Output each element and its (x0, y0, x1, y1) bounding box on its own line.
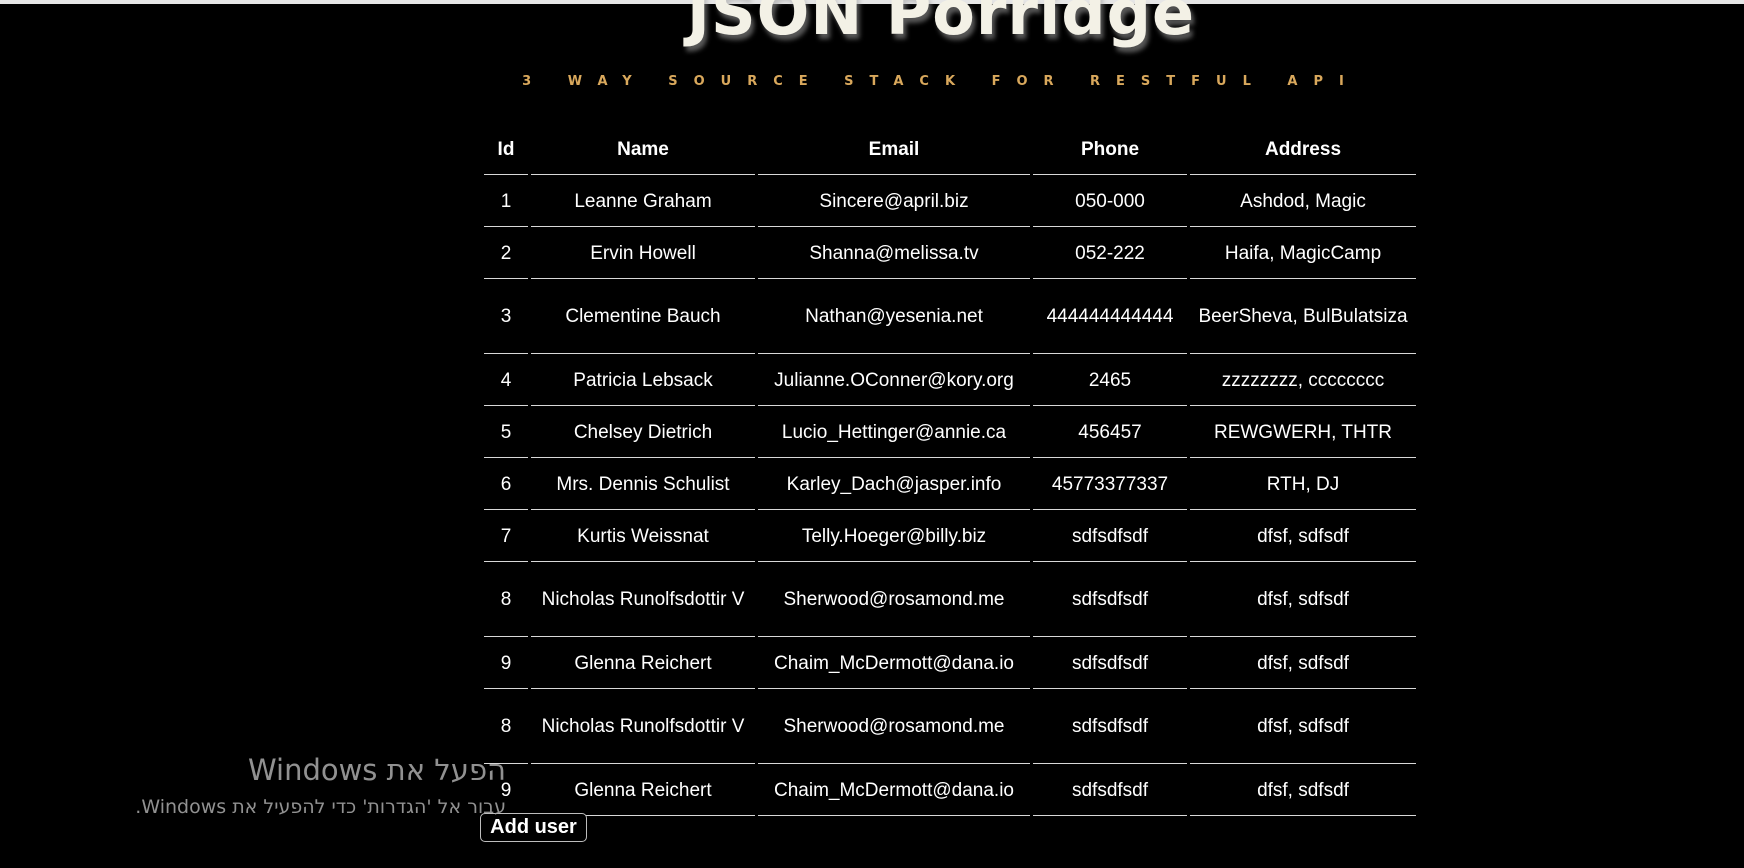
cell-name: Glenna Reichert (531, 765, 755, 816)
cell-name: Leanne Graham (531, 176, 755, 227)
cell-name: Nicholas Runolfsdottir V (531, 563, 755, 637)
cell-name: Ervin Howell (531, 228, 755, 279)
cell-id: 3 (484, 280, 528, 354)
cell-id: 1 (484, 176, 528, 227)
cell-address: dfsf, sdfsdf (1190, 638, 1416, 689)
cell-address: BeerSheva, BulBulatsiza (1190, 280, 1416, 354)
cell-email: Chaim_McDermott@dana.io (758, 765, 1030, 816)
cell-phone: 050-000 (1033, 176, 1187, 227)
cell-email: Nathan@yesenia.net (758, 280, 1030, 354)
cell-email: Karley_Dach@jasper.info (758, 459, 1030, 510)
cell-id: 6 (484, 459, 528, 510)
cell-address: Ashdod, Magic (1190, 176, 1416, 227)
column-header-id: Id (484, 125, 528, 175)
table-row: 2 Ervin Howell Shanna@melissa.tv 052-222 Hai… (484, 228, 1416, 279)
cell-email: Sherwood@rosamond.me (758, 563, 1030, 637)
cell-address: dfsf, sdfsdf (1190, 765, 1416, 816)
cell-name: Glenna Reichert (531, 638, 755, 689)
table-row: 4 Patricia Lebsack Julianne.OConner@kory.o… (484, 355, 1416, 406)
column-header-email: Email (758, 125, 1030, 175)
column-header-address: Address (1190, 125, 1416, 175)
table-row: 8 Nicholas Runolfsdottir V Sherwood@rosamo… (484, 563, 1416, 637)
cell-phone: 2465 (1033, 355, 1187, 406)
cell-id: 5 (484, 407, 528, 458)
cell-address: Haifa, MagicCamp (1190, 228, 1416, 279)
cell-phone: sdfsdfsdf (1033, 765, 1187, 816)
cell-email: Lucio_Hettinger@annie.ca (758, 407, 1030, 458)
cell-email: Sherwood@rosamond.me (758, 690, 1030, 764)
cell-name: Clementine Bauch (531, 280, 755, 354)
cell-id: 4 (484, 355, 528, 406)
cell-phone: 052-222 (1033, 228, 1187, 279)
page-subtitle: 3 WAY SOURCE STACK FOR RESTFUL API (522, 74, 1360, 89)
users-table: Id Name Email Phone Address 1 Leanne Grah… (481, 124, 1419, 817)
cell-phone: sdfsdfsdf (1033, 563, 1187, 637)
cell-id: 8 (484, 563, 528, 637)
cell-email: Telly.Hoeger@billy.biz (758, 511, 1030, 562)
cell-address: zzzzzzzz, cccccccc (1190, 355, 1416, 406)
table-header-row: Id Name Email Phone Address (484, 125, 1416, 175)
cell-address: dfsf, sdfsdf (1190, 563, 1416, 637)
cell-name: Mrs. Dennis Schulist (531, 459, 755, 510)
cell-email: Shanna@melissa.tv (758, 228, 1030, 279)
cell-id: 9 (484, 638, 528, 689)
cell-email: Julianne.OConner@kory.org (758, 355, 1030, 406)
column-header-phone: Phone (1033, 125, 1187, 175)
cell-phone: sdfsdfsdf (1033, 638, 1187, 689)
page-title: JSON Porridge (686, 0, 1196, 49)
windows-activation-text: עבור אל 'הגדרות' כדי להפעיל את Windows. (135, 796, 506, 818)
table-body: 1 Leanne Graham Sincere@april.biz 050-000 As… (484, 176, 1416, 816)
column-header-name: Name (531, 125, 755, 175)
cell-address: RTH, DJ (1190, 459, 1416, 510)
table-row: 1 Leanne Graham Sincere@april.biz 050-000 As… (484, 176, 1416, 227)
table-row: 9 Glenna Reichert Chaim_McDermott@dana.io s… (484, 765, 1416, 816)
cell-email: Chaim_McDermott@dana.io (758, 638, 1030, 689)
table-row: 9 Glenna Reichert Chaim_McDermott@dana.io s… (484, 638, 1416, 689)
cell-address: dfsf, sdfsdf (1190, 690, 1416, 764)
cell-email: Sincere@april.biz (758, 176, 1030, 227)
cell-id: 2 (484, 228, 528, 279)
cell-name: Patricia Lebsack (531, 355, 755, 406)
cell-name: Nicholas Runolfsdottir V (531, 690, 755, 764)
cell-phone: sdfsdfsdf (1033, 511, 1187, 562)
table-row: 6 Mrs. Dennis Schulist Karley_Dach@jasper.… (484, 459, 1416, 510)
table-row: 5 Chelsey Dietrich Lucio_Hettinger@annie.c… (484, 407, 1416, 458)
cell-name: Kurtis Weissnat (531, 511, 755, 562)
cell-address: dfsf, sdfsdf (1190, 511, 1416, 562)
table-row: 7 Kurtis Weissnat Telly.Hoeger@billy.biz sd… (484, 511, 1416, 562)
cell-phone: 45773377337 (1033, 459, 1187, 510)
table-row: 3 Clementine Bauch Nathan@yesenia.net 44444… (484, 280, 1416, 354)
cell-phone: 444444444444 (1033, 280, 1187, 354)
windows-activation-title: הפעל את Windows (247, 753, 506, 787)
cell-phone: 456457 (1033, 407, 1187, 458)
cell-id: 7 (484, 511, 528, 562)
cell-name: Chelsey Dietrich (531, 407, 755, 458)
cell-phone: sdfsdfsdf (1033, 690, 1187, 764)
table-row: 8 Nicholas Runolfsdottir V Sherwood@rosamo… (484, 690, 1416, 764)
cell-address: REWGWERH, THTR (1190, 407, 1416, 458)
